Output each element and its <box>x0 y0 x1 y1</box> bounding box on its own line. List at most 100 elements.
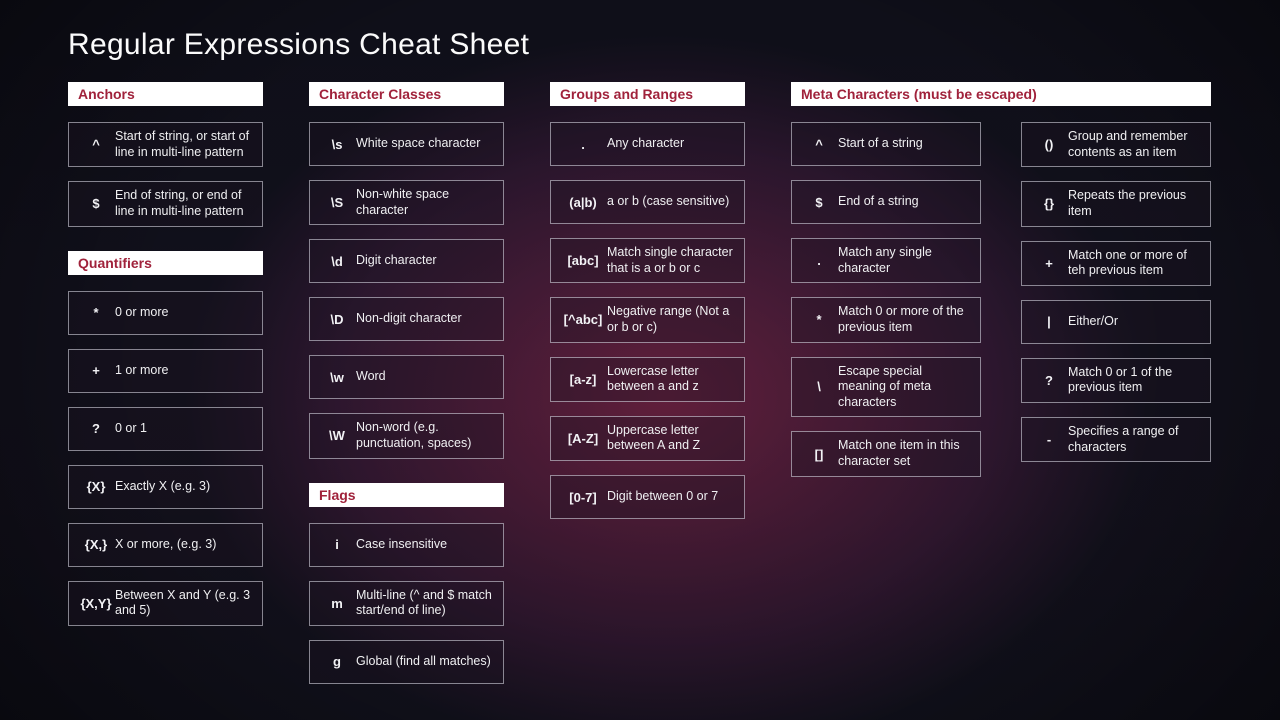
regex-symbol: {X,Y} <box>77 596 115 611</box>
regex-symbol: [] <box>800 447 838 462</box>
regex-description: Negative range (Not a or b or c) <box>607 304 736 335</box>
regex-description: White space character <box>356 136 495 152</box>
meta-item: [] Match one item in this character set <box>791 431 981 476</box>
regex-description: Multi-line (^ and $ match start/end of l… <box>356 588 495 619</box>
regex-symbol: ? <box>1030 373 1068 388</box>
regex-description: Between X and Y (e.g. 3 and 5) <box>115 588 254 619</box>
meta-item: + Match one or more of teh previous item <box>1021 241 1211 286</box>
regex-description: 0 or 1 <box>115 421 254 437</box>
regex-symbol: ? <box>77 421 115 436</box>
regex-symbol: g <box>318 654 356 669</box>
meta-right: () Group and remember contents as an ite… <box>1021 122 1211 491</box>
regex-description: Specifies a range of characters <box>1068 424 1202 455</box>
regex-symbol: () <box>1030 137 1068 152</box>
classes-item: \W Non-word (e.g. punctuation, spaces) <box>309 413 504 458</box>
regex-description: Global (find all matches) <box>356 654 495 670</box>
regex-symbol: {X} <box>77 479 115 494</box>
classes-item: \S Non-white space character <box>309 180 504 225</box>
regex-symbol: * <box>800 312 838 327</box>
regex-symbol: i <box>318 537 356 552</box>
col-4: Meta Characters (must be escaped) ^ Star… <box>791 82 1211 491</box>
regex-symbol: {X,} <box>77 537 115 552</box>
regex-symbol: \s <box>318 137 356 152</box>
flags-item: i Case insensitive <box>309 523 504 567</box>
classes-item: \d Digit character <box>309 239 504 283</box>
anchors-item: ^ Start of string, or start of line in m… <box>68 122 263 167</box>
regex-description: Start of a string <box>838 136 972 152</box>
regex-description: Non-white space character <box>356 187 495 218</box>
anchors-item: $ End of string, or end of line in multi… <box>68 181 263 226</box>
regex-symbol: . <box>800 253 838 268</box>
quantifiers-item: {X,Y} Between X and Y (e.g. 3 and 5) <box>68 581 263 626</box>
meta-left: ^ Start of a string $ End of a string . … <box>791 122 981 491</box>
regex-description: Repeats the previous item <box>1068 188 1202 219</box>
regex-description: a or b (case sensitive) <box>607 194 736 210</box>
meta-item: \ Escape special meaning of meta charact… <box>791 357 981 418</box>
regex-symbol: [abc] <box>559 253 607 268</box>
meta-item: () Group and remember contents as an ite… <box>1021 122 1211 167</box>
meta-item: - Specifies a range of characters <box>1021 417 1211 462</box>
quantifiers-item: * 0 or more <box>68 291 263 335</box>
regex-symbol: ^ <box>77 137 115 152</box>
regex-description: 0 or more <box>115 305 254 321</box>
flags-item: g Global (find all matches) <box>309 640 504 684</box>
regex-description: Digit between 0 or 7 <box>607 489 736 505</box>
meta-item: . Match any single character <box>791 238 981 283</box>
meta-item: $ End of a string <box>791 180 981 224</box>
regex-description: Group and remember contents as an item <box>1068 129 1202 160</box>
columns: Anchors ^ Start of string, or start of l… <box>68 82 1212 698</box>
regex-symbol: [A-Z] <box>559 431 607 446</box>
regex-symbol: $ <box>77 196 115 211</box>
regex-symbol: [0-7] <box>559 490 607 505</box>
regex-symbol: * <box>77 305 115 320</box>
col-3: Groups and Ranges . Any character (a|b) … <box>550 82 745 533</box>
regex-symbol: + <box>1030 256 1068 271</box>
groups-item: (a|b) a or b (case sensitive) <box>550 180 745 224</box>
classes-item: \D Non-digit character <box>309 297 504 341</box>
classes-heading: Character Classes <box>309 82 504 106</box>
regex-description: Match 0 or more of the previous item <box>838 304 972 335</box>
regex-description: Exactly X (e.g. 3) <box>115 479 254 495</box>
regex-description: Digit character <box>356 253 495 269</box>
meta-item: {} Repeats the previous item <box>1021 181 1211 226</box>
regex-symbol: (a|b) <box>559 195 607 210</box>
flags-heading: Flags <box>309 483 504 507</box>
regex-symbol: \ <box>800 379 838 394</box>
regex-description: Case insensitive <box>356 537 495 553</box>
anchors-heading: Anchors <box>68 82 263 106</box>
meta-item: ? Match 0 or 1 of the previous item <box>1021 358 1211 403</box>
regex-description: Non-word (e.g. punctuation, spaces) <box>356 420 495 451</box>
regex-symbol: \w <box>318 370 356 385</box>
regex-symbol: $ <box>800 195 838 210</box>
groups-item: [a-z] Lowercase letter between a and z <box>550 357 745 402</box>
regex-description: Match one or more of teh previous item <box>1068 248 1202 279</box>
regex-description: Word <box>356 369 495 385</box>
regex-symbol: . <box>559 137 607 152</box>
regex-description: Uppercase letter between A and Z <box>607 423 736 454</box>
regex-description: Match any single character <box>838 245 972 276</box>
regex-description: Match one item in this character set <box>838 438 972 469</box>
regex-description: Match single character that is a or b or… <box>607 245 736 276</box>
quantifiers-item: {X} Exactly X (e.g. 3) <box>68 465 263 509</box>
groups-item: [abc] Match single character that is a o… <box>550 238 745 283</box>
regex-description: 1 or more <box>115 363 254 379</box>
quantifiers-item: ? 0 or 1 <box>68 407 263 451</box>
page: Regular Expressions Cheat Sheet Anchors … <box>0 0 1280 698</box>
quantifiers-item: + 1 or more <box>68 349 263 393</box>
meta-item: ^ Start of a string <box>791 122 981 166</box>
regex-symbol: \d <box>318 254 356 269</box>
page-title: Regular Expressions Cheat Sheet <box>68 28 1212 62</box>
regex-description: Non-digit character <box>356 311 495 327</box>
regex-symbol: \W <box>318 428 356 443</box>
meta-heading: Meta Characters (must be escaped) <box>791 82 1211 106</box>
col-1: Anchors ^ Start of string, or start of l… <box>68 82 263 640</box>
regex-symbol: m <box>318 596 356 611</box>
quantifiers-item: {X,} X or more, (e.g. 3) <box>68 523 263 567</box>
meta-item: * Match 0 or more of the previous item <box>791 297 981 342</box>
flags-item: m Multi-line (^ and $ match start/end of… <box>309 581 504 626</box>
regex-symbol: | <box>1030 314 1068 329</box>
quantifiers-heading: Quantifiers <box>68 251 263 275</box>
groups-item: [^abc] Negative range (Not a or b or c) <box>550 297 745 342</box>
regex-symbol: ^ <box>800 137 838 152</box>
col-2: Character Classes \s White space charact… <box>309 82 504 698</box>
